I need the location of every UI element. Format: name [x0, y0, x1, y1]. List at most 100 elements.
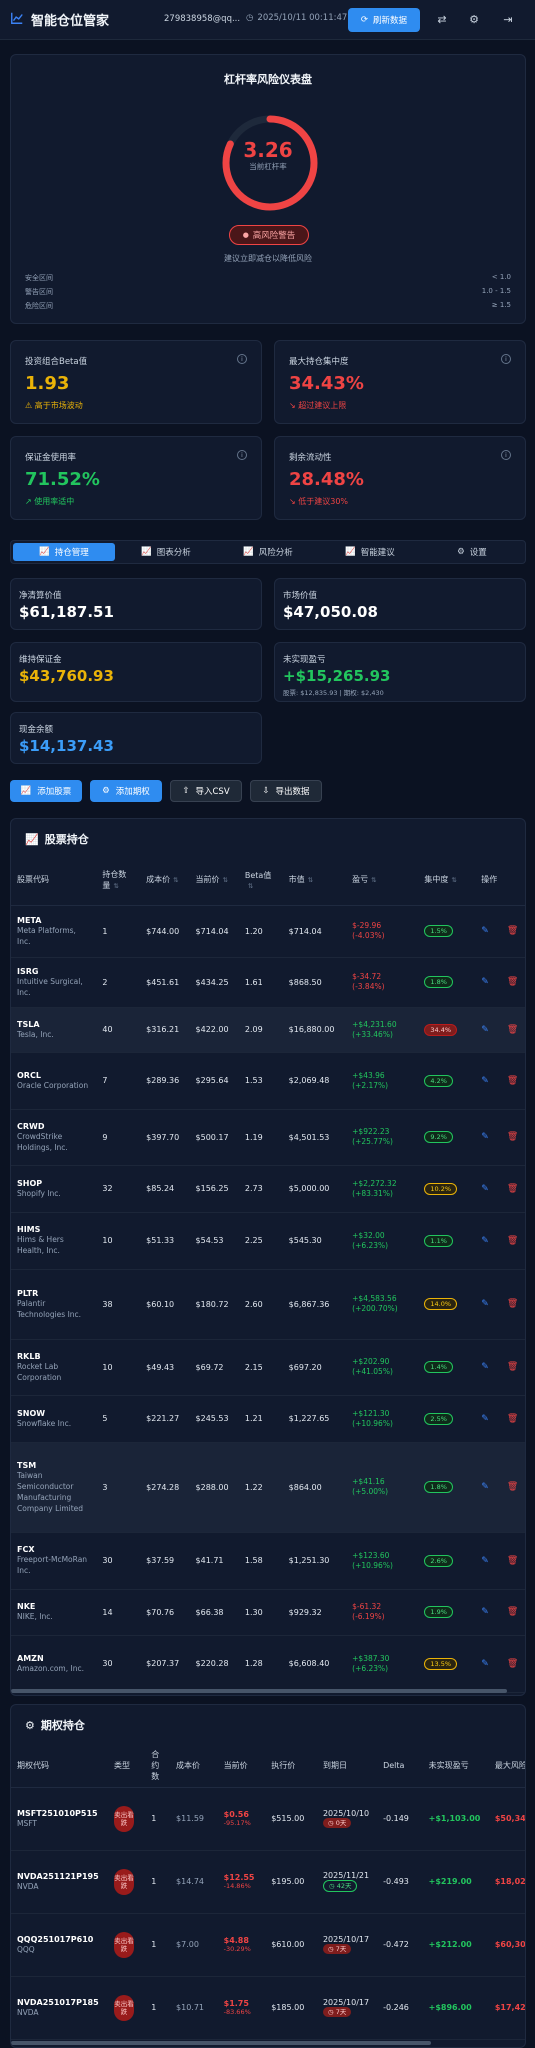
delete-icon[interactable]: 🗑	[507, 1482, 518, 1492]
delete-icon[interactable]: 🗑	[507, 1556, 518, 1566]
strike-cell: $185.00	[265, 1976, 317, 2040]
column-header[interactable]: Delta	[377, 1745, 423, 1788]
days-text: 0天	[335, 1819, 347, 1827]
metric-value: 1.93	[25, 373, 70, 394]
edit-icon[interactable]: ✎	[481, 1132, 489, 1142]
column-header[interactable]: 未实现盈亏	[422, 1745, 489, 1788]
days-text: 7天	[335, 1945, 347, 1953]
cell-price: $54.53	[189, 1212, 239, 1270]
cell-mv: $4,501.53	[282, 1109, 347, 1166]
column-header[interactable]: 股票代码	[11, 855, 97, 906]
delete-icon[interactable]: 🗑	[507, 926, 518, 936]
cell-qty: 14	[96, 1589, 141, 1636]
stat-card-net-liquidation: 净清算价值 $61,187.51	[10, 578, 262, 630]
info-icon[interactable]: i	[237, 450, 247, 460]
horizontal-scrollbar[interactable]	[11, 2041, 431, 2045]
chart-icon: 📈	[20, 786, 32, 796]
sort-icon[interactable]: ⇅	[451, 876, 456, 884]
actions-cell: ✎ 🗑	[475, 1635, 525, 1693]
column-header[interactable]: 集中度 ⇅	[418, 855, 476, 906]
column-header[interactable]: 市值 ⇅	[282, 855, 347, 906]
edit-icon[interactable]: ✎	[481, 977, 489, 987]
table-row: CRWD CrowdStrike Holdings, Inc. 9 $397.70 $5…	[11, 1109, 525, 1166]
column-header[interactable]: 成本价 ⇅	[140, 855, 190, 906]
delete-icon[interactable]: 🗑	[507, 1076, 518, 1086]
column-header[interactable]: 持仓数量 ⇅	[96, 855, 141, 906]
trend-up-icon: ↗	[25, 497, 32, 506]
sort-icon[interactable]: ⇅	[308, 876, 313, 884]
sort-icon[interactable]: ⇅	[113, 882, 118, 890]
column-header[interactable]: 类型	[107, 1745, 146, 1788]
edit-icon[interactable]: ✎	[481, 926, 489, 936]
zone-value: < 1.0	[491, 273, 511, 281]
leverage-label: 当前杠杆率	[249, 162, 287, 171]
column-header[interactable]: Beta值 ⇅	[238, 855, 283, 906]
tab-advice[interactable]: 📈 智能建议	[319, 543, 421, 561]
column-header[interactable]: 合约数	[145, 1745, 171, 1788]
edit-icon[interactable]: ✎	[481, 1607, 489, 1617]
edit-icon[interactable]: ✎	[481, 1482, 489, 1492]
edit-icon[interactable]: ✎	[481, 1362, 489, 1372]
tab-positions[interactable]: 📈 持仓管理	[13, 543, 115, 561]
concentration-badge: 1.1%	[424, 1234, 453, 1247]
edit-icon[interactable]: ✎	[481, 1076, 489, 1086]
sort-icon[interactable]: ⇅	[248, 882, 253, 890]
info-icon[interactable]: i	[501, 450, 511, 460]
edit-icon[interactable]: ✎	[481, 1299, 489, 1309]
delete-icon[interactable]: 🗑	[507, 1659, 518, 1669]
company-name: NIKE, Inc.	[17, 1612, 53, 1621]
brand: 智能仓位管家	[10, 10, 109, 29]
delete-icon[interactable]: 🗑	[507, 977, 518, 987]
delete-icon[interactable]: 🗑	[507, 1236, 518, 1246]
delete-icon[interactable]: 🗑	[507, 1184, 518, 1194]
delete-icon[interactable]: 🗑	[507, 1607, 518, 1617]
info-icon[interactable]: i	[237, 354, 247, 364]
column-header[interactable]: 执行价	[265, 1745, 317, 1788]
column-header[interactable]: 最大风险	[488, 1745, 525, 1788]
concentration-badge: 2.5%	[424, 1412, 453, 1425]
user-email[interactable]: 279838958@qq...	[164, 14, 240, 24]
tab-settings[interactable]: ⚙ 设置	[421, 543, 523, 561]
cell-mv: $6,608.40	[282, 1635, 347, 1693]
refresh-label: 刷新数据	[373, 16, 408, 26]
delete-icon[interactable]: 🗑	[507, 1132, 518, 1142]
column-header[interactable]: 成本价	[170, 1745, 218, 1788]
edit-icon[interactable]: ✎	[481, 1184, 489, 1194]
days-wrap: ◷ 7天	[322, 2007, 371, 2017]
delete-icon[interactable]: 🗑	[507, 1299, 518, 1309]
column-header[interactable]: 到期日	[316, 1745, 378, 1788]
column-header[interactable]: 当前价 ⇅	[189, 855, 239, 906]
delete-icon[interactable]: 🗑	[507, 1414, 518, 1424]
refresh-button[interactable]: ⟳ 刷新数据	[348, 8, 420, 32]
horizontal-scrollbar[interactable]	[11, 1689, 507, 1693]
sort-icon[interactable]: ⇅	[371, 876, 376, 884]
logout-icon[interactable]: ⇥	[500, 12, 516, 28]
delete-icon[interactable]: 🗑	[507, 1362, 518, 1372]
import-csv-button[interactable]: ⇧ 导入CSV	[170, 780, 242, 802]
edit-icon[interactable]: ✎	[481, 1236, 489, 1246]
pl-cell: +$41.16 (+5.00%)	[346, 1442, 419, 1533]
swap-icon[interactable]: ⇄	[434, 12, 450, 28]
edit-icon[interactable]: ✎	[481, 1414, 489, 1424]
info-icon[interactable]: i	[501, 354, 511, 364]
stat-value: $47,050.08	[283, 603, 378, 621]
export-button[interactable]: ⇩ 导出数据	[250, 780, 322, 802]
add-stock-button[interactable]: 📈 添加股票	[10, 780, 82, 802]
tab-risk[interactable]: 📈 风险分析	[217, 543, 319, 561]
add-option-button[interactable]: ⚙ 添加期权	[90, 780, 162, 802]
column-header[interactable]: 盈亏 ⇅	[346, 855, 419, 906]
column-header[interactable]: 期权代码	[11, 1745, 108, 1788]
metric-note: ↘ 低于建议30%	[289, 496, 348, 507]
sort-icon[interactable]: ⇅	[223, 876, 228, 884]
column-header[interactable]: 操作	[475, 855, 525, 906]
sort-icon[interactable]: ⇅	[173, 876, 178, 884]
edit-icon[interactable]: ✎	[481, 1025, 489, 1035]
edit-icon[interactable]: ✎	[481, 1556, 489, 1566]
tab-charts[interactable]: 📈 图表分析	[115, 543, 217, 561]
delete-icon[interactable]: 🗑	[507, 1025, 518, 1035]
column-header[interactable]: 当前价	[217, 1745, 266, 1788]
edit-icon[interactable]: ✎	[481, 1659, 489, 1669]
concentration-badge: 1.4%	[424, 1361, 453, 1373]
gear-icon[interactable]: ⚙	[466, 12, 482, 28]
leverage-gauge-panel: 杠杆率风险仪表盘 3.26 当前杠杆率 ● 高风险警告 建议立即减仓以降低风险 …	[10, 54, 526, 324]
